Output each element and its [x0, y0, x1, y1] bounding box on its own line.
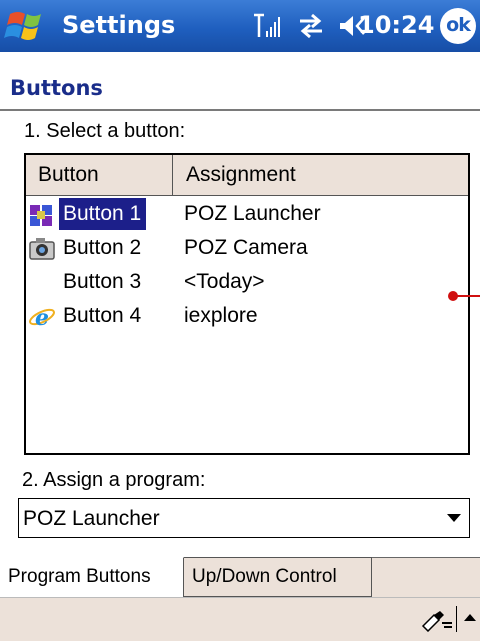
dropdown-arrow-icon[interactable]	[447, 514, 461, 522]
input-method-arrow-icon[interactable]	[464, 614, 476, 621]
button-name: Button 3	[63, 270, 142, 293]
internet-explorer-icon: e	[29, 305, 55, 330]
title-divider	[0, 109, 480, 111]
launcher-icon	[30, 205, 52, 226]
tab-strip: Program Buttons Up/Down Control	[0, 557, 480, 598]
annotation-line	[455, 295, 480, 297]
list-item-button-3[interactable]: Button 3 <Today>	[26, 266, 468, 300]
input-panel-icon[interactable]	[420, 608, 454, 632]
command-bar-separator	[456, 606, 457, 632]
list-item-button-1[interactable]: Button 1 POZ Launcher	[26, 198, 468, 232]
windows-start-icon[interactable]	[4, 8, 50, 46]
program-select-value: POZ Launcher	[23, 507, 160, 530]
page-title: Buttons	[10, 76, 103, 100]
app-title: Settings	[62, 11, 176, 39]
button-assignment: POZ Camera	[184, 236, 308, 259]
signal-strength-icon[interactable]	[252, 12, 282, 40]
assign-program-label: 2. Assign a program:	[22, 469, 206, 491]
tab-program-buttons[interactable]: Program Buttons	[0, 557, 184, 597]
button-list[interactable]: Button Assignment Button 1 POZ Launcher …	[24, 153, 470, 455]
column-header-assignment[interactable]: Assignment	[186, 163, 296, 187]
select-button-label: 1. Select a button:	[24, 120, 186, 142]
button-assignment: POZ Launcher	[184, 202, 321, 225]
button-name: Button 4	[63, 304, 142, 327]
column-divider[interactable]	[172, 155, 173, 195]
button-name: Button 2	[63, 236, 142, 259]
button-assignment: iexplore	[184, 304, 258, 327]
clock[interactable]: 10:24	[358, 11, 434, 39]
camera-icon	[29, 238, 55, 260]
program-select[interactable]: POZ Launcher	[18, 498, 470, 538]
command-bar	[0, 597, 480, 641]
button-name: Button 1	[59, 198, 147, 230]
title-bar: Settings 10:24 ok	[0, 0, 480, 52]
list-item-button-4[interactable]: e Button 4 iexplore	[26, 300, 468, 334]
svg-text:e: e	[35, 305, 49, 330]
ok-button[interactable]: ok	[440, 8, 476, 44]
list-header: Button Assignment	[26, 155, 468, 196]
tab-up-down-control[interactable]: Up/Down Control	[184, 557, 372, 597]
button-assignment: <Today>	[184, 270, 265, 293]
connectivity-icon[interactable]	[296, 12, 326, 40]
column-header-button[interactable]: Button	[38, 163, 99, 187]
list-item-button-2[interactable]: Button 2 POZ Camera	[26, 232, 468, 266]
